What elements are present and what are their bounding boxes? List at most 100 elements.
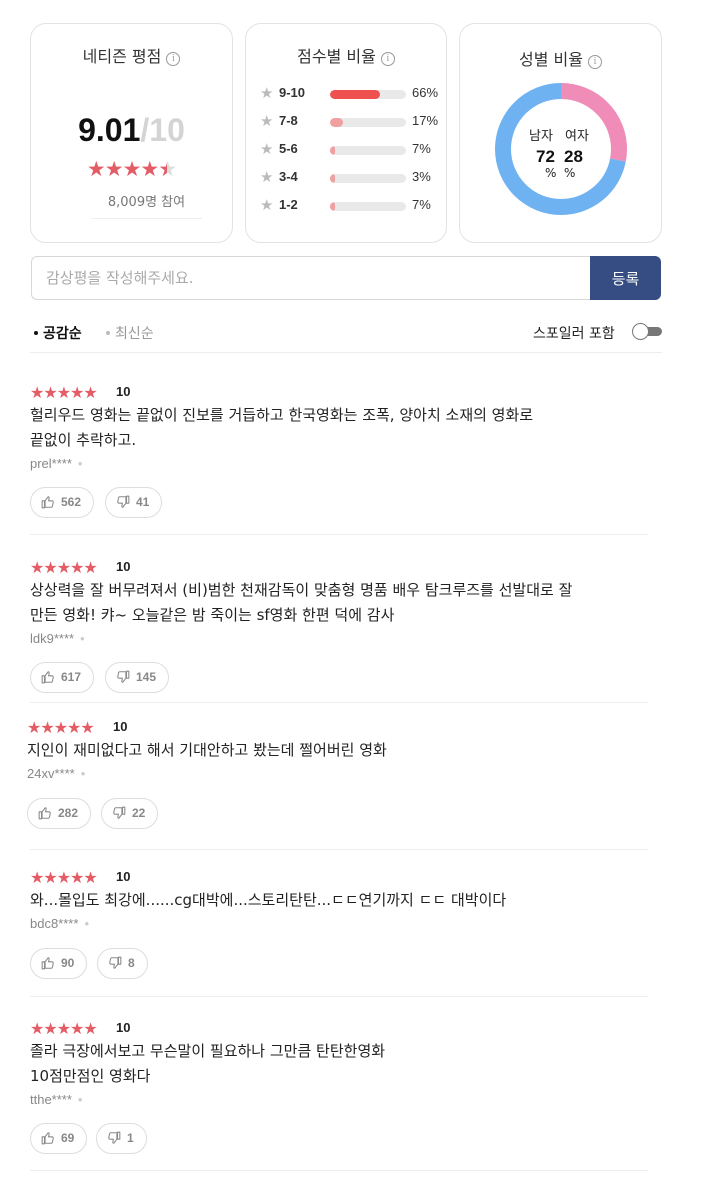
dislike-count: 22 [132,806,146,820]
thumbs-down-icon [113,806,126,819]
info-icon[interactable]: i [380,52,395,66]
review-panel: 네티즌 평점 i 9.01/10 ★★★★★ 8,009명 참여 점수별 비율 i … [0,0,720,1202]
sort-sympathy[interactable]: 공감순 [34,323,82,343]
female-label: 여자 [565,129,589,144]
separator-dot: • [80,631,85,646]
dislike-count: 41 [136,495,150,509]
score-max: 10 [149,112,185,148]
star-icon: ★ [260,84,274,102]
gender-ratio-title: 성별 비율 i [460,46,661,70]
separator-dot: • [77,456,83,471]
thumbs-up-icon [41,496,54,509]
score-range: 1-2 [279,197,298,212]
spoiler-label: 스포일러 포함 [533,326,615,342]
ratio-bar [330,202,406,211]
like-button[interactable]: 617 [30,662,95,693]
score-range: 9-10 [279,85,306,100]
review-text: 와...몰입도 최강에......cg대박에...스토리탄탄...ㄷㄷ연기까지 … [30,891,507,909]
thumbs-down-icon [117,670,130,683]
review-score: 10 [116,1020,131,1035]
review-text: 상상력을 잘 버무려져서 (비)범한 천재감독이 맞춤형 명품 배우 탐크루즈를… [30,581,573,624]
thumbs-down-icon [109,956,122,969]
separator-dot: • [84,916,89,931]
star-icon: ★ [260,112,274,130]
netizen-rating-card: 네티즌 평점 i 9.01/10 ★★★★★ 8,009명 참여 [30,23,233,243]
review-divider [30,702,648,703]
dislike-button[interactable]: 8 [97,948,148,979]
separator-dot: • [80,766,86,781]
sort-sympathy-label: 공감순 [43,326,82,342]
score-distribution-card: 점수별 비율 i ★ 9-10 66% ★ 7-8 17% ★ 5-6 7% ★ 3-4 3% ★ 1-2 7… [245,23,447,243]
review-text: 지인이 재미없다고 해서 기대안하고 봤는데 쩔어버린 영화 [27,741,387,759]
gender-ratio-card: 성별 비율 i 남자 여자 72 28 % % [459,23,662,243]
review-divider [30,534,648,535]
male-label: 남자 [529,129,553,144]
ratio-percent: 3% [412,169,431,184]
author-id: ldk9**** [30,631,75,646]
dislike-button[interactable]: 41 [105,487,163,518]
review-score: 10 [116,869,131,884]
distribution-row: ★ 1-2 7% [260,196,440,215]
thumbs-up-icon [41,671,54,684]
male-unit: % [545,166,557,180]
review-divider [30,996,648,997]
bullet-icon [34,331,38,335]
bullet-icon [106,331,110,335]
review-input[interactable] [31,256,591,300]
like-count: 69 [61,1131,75,1145]
score-separator: / [140,112,150,148]
ratio-bar-fill [330,146,336,155]
info-icon[interactable]: i [587,55,602,69]
thumbs-down-icon [117,495,130,508]
review-author[interactable]: tthe**** • [30,1092,82,1107]
like-button[interactable]: 562 [30,487,95,518]
review-author[interactable]: prel**** • [30,456,82,471]
ratio-bar-fill [330,202,336,211]
toggle-knob [632,323,649,340]
star-icon: ★ [260,168,274,186]
review-author[interactable]: bdc8**** • [30,916,89,931]
score-range: 7-8 [279,113,298,128]
author-id: prel**** [30,456,72,471]
info-icon[interactable]: i [166,52,181,66]
distribution-row: ★ 7-8 17% [260,112,440,131]
ratio-percent: 7% [412,197,431,212]
like-button[interactable]: 69 [30,1123,88,1154]
submit-button[interactable]: 등록 [590,256,661,300]
separator-dot: • [77,1092,83,1107]
spoiler-toggle[interactable] [632,323,662,340]
like-button[interactable]: 282 [27,798,92,829]
review-stars: ★★★★★ [30,558,98,577]
review-author[interactable]: 24xv**** • [27,766,85,781]
ratio-bar-fill [330,90,381,99]
gender-donut-chart [495,83,627,215]
like-count: 562 [61,495,82,509]
star-icon: ★ [260,140,274,158]
average-stars: ★★★★★ [31,157,232,181]
review-stars: ★★★★★ [27,718,95,737]
ratio-percent: 7% [412,141,431,156]
ratio-bar [330,146,406,155]
ratio-bar-fill [330,174,336,183]
dislike-count: 8 [128,956,135,970]
score-range: 5-6 [279,141,298,156]
author-id: bdc8**** [30,916,79,931]
dislike-button[interactable]: 145 [105,662,170,693]
sort-latest[interactable]: 최신순 [106,323,154,343]
divider [30,352,662,353]
participant-count: 8,009명 참여 [91,191,202,219]
ratio-percent: 17% [412,113,439,128]
score-range: 3-4 [279,169,298,184]
distribution-row: ★ 5-6 7% [260,140,440,159]
review-author[interactable]: ldk9**** • [30,631,85,646]
like-count: 90 [61,956,75,970]
author-id: tthe**** [30,1092,72,1107]
review-stars: ★★★★★ [30,383,98,402]
dislike-button[interactable]: 1 [96,1123,147,1154]
review-stars: ★★★★★ [30,1019,98,1038]
dislike-button[interactable]: 22 [101,798,159,829]
like-button[interactable]: 90 [30,948,88,979]
review-score: 10 [113,719,128,734]
thumbs-up-icon [38,807,51,820]
like-count: 282 [58,806,79,820]
